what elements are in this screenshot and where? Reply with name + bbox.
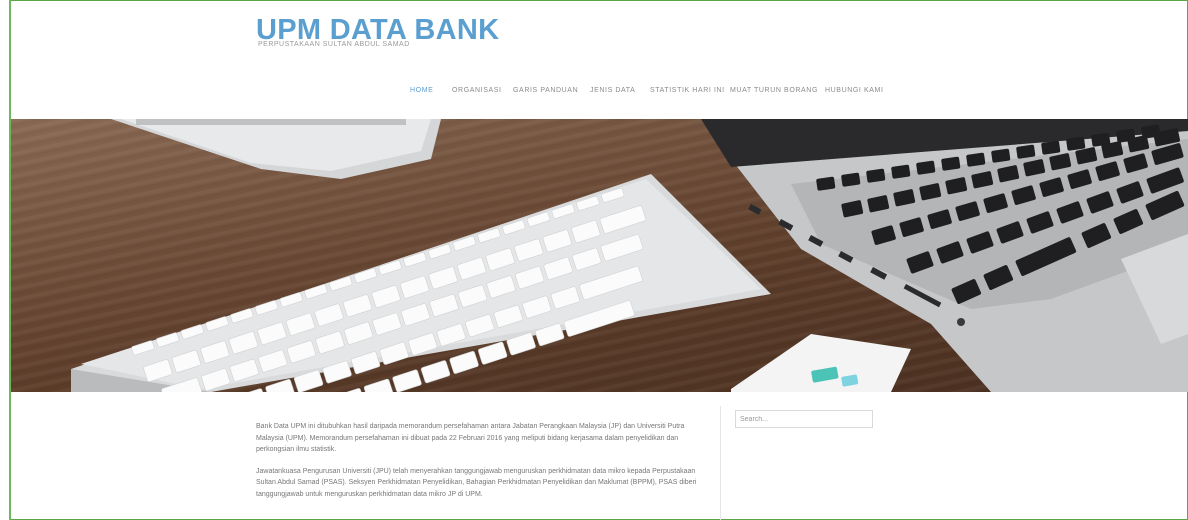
sidebar-divider bbox=[720, 406, 721, 520]
intro-paragraph-1: Bank Data UPM ini ditubuhkan hasil darip… bbox=[256, 423, 685, 453]
intro-paragraph-2: Jawatankuasa Pengurusan Universiti (JPU)… bbox=[256, 467, 697, 498]
nav-item-statistik-hari-ini[interactable]: STATISTIK HARI INI bbox=[650, 87, 725, 94]
nav-item-garis-panduan[interactable]: GARIS PANDUAN bbox=[513, 87, 578, 94]
nav-item-hubungi-kami[interactable]: HUBUNGI KAMI bbox=[825, 87, 884, 94]
laptop-keyboard-illustration bbox=[71, 119, 1188, 392]
left-edge bbox=[0, 0, 11, 520]
nav-item-organisasi[interactable]: ORGANISASI bbox=[452, 87, 502, 94]
site-tagline: PERPUSTAKAAN SULTAN ABDUL SAMAD bbox=[258, 41, 410, 48]
nav-item-home[interactable]: HOME bbox=[410, 87, 433, 94]
search-input[interactable] bbox=[735, 410, 873, 428]
nav-item-muat-turun-borang[interactable]: MUAT TURUN BORANG bbox=[730, 87, 818, 94]
intro-content: Bank Data UPM ini ditubuhkan hasil darip… bbox=[256, 421, 708, 510]
nav-item-jenis-data[interactable]: JENIS DATA bbox=[590, 87, 635, 94]
main-nav: HOME ORGANISASI GARIS PANDUAN JENIS DATA… bbox=[0, 87, 1188, 99]
hero-image bbox=[11, 119, 1188, 392]
